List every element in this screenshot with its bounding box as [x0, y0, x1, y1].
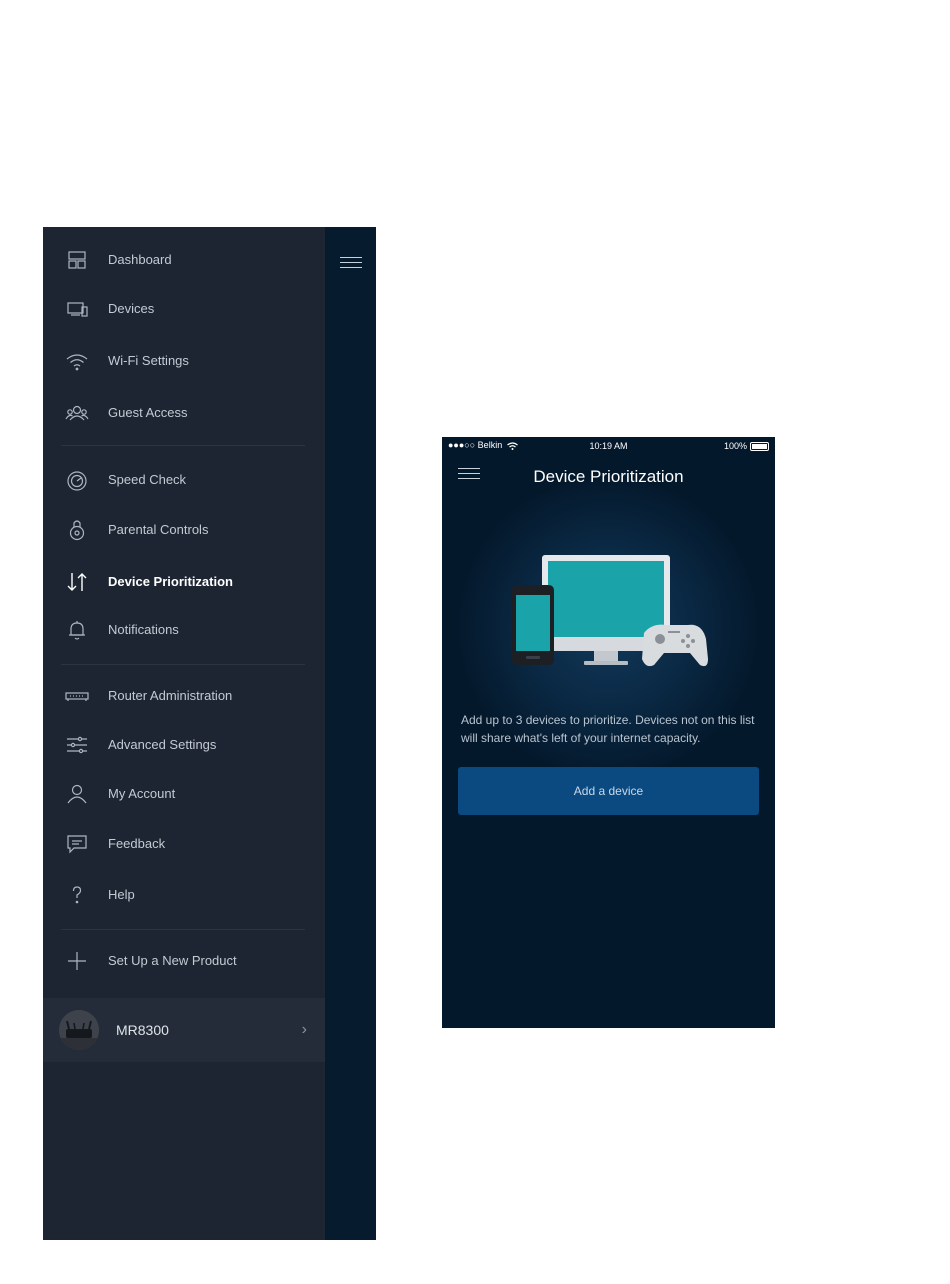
prioritization-arrows-icon	[65, 570, 89, 594]
sidebar-item-dashboard[interactable]: Dashboard	[43, 238, 325, 282]
status-bar: ●●●○○ Belkin 10:19 AM 100%	[442, 437, 775, 455]
dashboard-icon	[65, 248, 89, 272]
sidebar-item-guest-access[interactable]: Guest Access	[43, 391, 325, 435]
router-name: MR8300	[116, 1022, 169, 1038]
question-mark-icon	[65, 883, 89, 907]
hamburger-menu-icon[interactable]	[340, 257, 362, 273]
guest-access-icon	[65, 401, 89, 425]
drawer-screen: Dashboard Devices Wi-Fi Settings Guest A…	[43, 227, 376, 1240]
sidebar-item-speed-check[interactable]: Speed Check	[43, 458, 325, 502]
sidebar-item-label: Router Administration	[108, 688, 233, 703]
battery-icon	[750, 442, 769, 451]
devices-illustration	[512, 555, 708, 667]
sidebar-item-devices[interactable]: Devices	[43, 287, 325, 331]
sidebar-item-label: Set Up a New Product	[108, 953, 237, 968]
sidebar-item-parental-controls[interactable]: Parental Controls	[43, 508, 325, 552]
bell-icon	[65, 618, 89, 642]
chevron-right-icon: ›	[301, 1021, 307, 1038]
sidebar-item-label: Devices	[108, 301, 155, 316]
sidebar-item-label: Guest Access	[108, 405, 188, 420]
user-icon	[65, 782, 89, 806]
sidebar-item-help[interactable]: Help	[43, 873, 325, 917]
underlying-screen-strip[interactable]	[325, 227, 376, 1240]
sidebar-item-label: Notifications	[108, 622, 179, 637]
router-selector[interactable]: MR8300 ›	[43, 998, 325, 1062]
sidebar-item-notifications[interactable]: Notifications	[43, 608, 325, 652]
devices-icon	[65, 297, 89, 321]
sidebar-item-label: Device Prioritization	[108, 574, 233, 589]
sidebar-item-label: Feedback	[108, 836, 166, 851]
sidebar-item-device-prioritization[interactable]: Device Prioritization	[43, 560, 325, 604]
sidebar-item-label: My Account	[108, 786, 176, 801]
wifi-icon	[65, 349, 89, 373]
sidebar-item-my-account[interactable]: My Account	[43, 772, 325, 816]
drawer-divider	[61, 929, 305, 930]
page-title: Device Prioritization	[533, 467, 684, 486]
sidebar-item-advanced-settings[interactable]: Advanced Settings	[43, 723, 325, 767]
add-device-button[interactable]: Add a device	[458, 767, 759, 815]
description-text: Add up to 3 devices to prioritize. Devic…	[461, 713, 755, 745]
sidebar-item-label: Wi-Fi Settings	[108, 353, 189, 368]
sidebar-item-router-administration[interactable]: Router Administration	[43, 674, 325, 718]
sliders-icon	[65, 733, 89, 757]
plus-icon	[65, 949, 89, 973]
drawer-divider	[61, 664, 305, 665]
device-prioritization-screen: ●●●○○ Belkin 10:19 AM 100% Device Priori…	[442, 437, 775, 1028]
battery-percent: 100%	[723, 441, 747, 451]
parental-controls-icon	[65, 518, 89, 542]
speedometer-icon	[65, 468, 89, 492]
router-avatar	[59, 1010, 99, 1050]
sidebar-item-label: Advanced Settings	[108, 737, 217, 752]
navigation-drawer: Dashboard Devices Wi-Fi Settings Guest A…	[43, 227, 325, 1240]
sidebar-item-label: Dashboard	[108, 252, 172, 267]
sidebar-item-set-up-new-product[interactable]: Set Up a New Product	[43, 939, 325, 983]
chat-bubble-icon	[65, 832, 89, 856]
router-icon	[65, 684, 89, 708]
sidebar-item-label: Help	[108, 887, 135, 902]
sidebar-item-feedback[interactable]: Feedback	[43, 822, 325, 866]
drawer-divider	[61, 445, 305, 446]
sidebar-item-label: Speed Check	[108, 472, 187, 487]
sidebar-item-wifi-settings[interactable]: Wi-Fi Settings	[43, 339, 325, 383]
sidebar-item-label: Parental Controls	[108, 522, 209, 537]
